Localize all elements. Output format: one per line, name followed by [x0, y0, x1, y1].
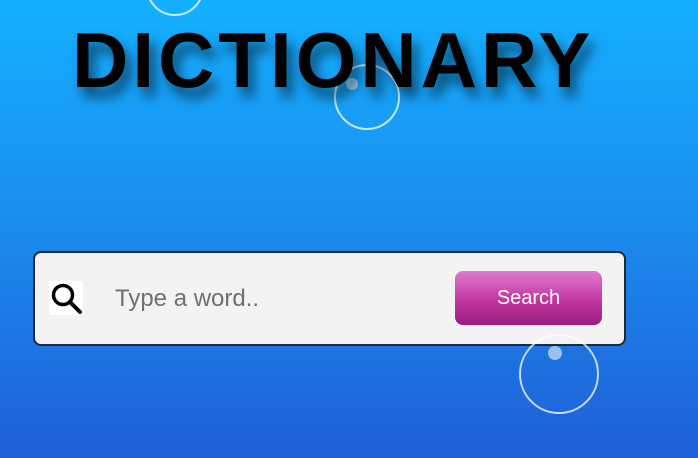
- decorative-bubble: [146, 0, 204, 16]
- search-icon: [49, 281, 83, 315]
- page-title: DICTIONARY: [72, 16, 595, 104]
- decorative-bubble: [519, 334, 599, 414]
- search-bar: Search: [33, 251, 626, 346]
- bubble-highlight: [548, 346, 562, 360]
- search-button[interactable]: Search: [455, 271, 602, 325]
- search-input[interactable]: [115, 277, 435, 321]
